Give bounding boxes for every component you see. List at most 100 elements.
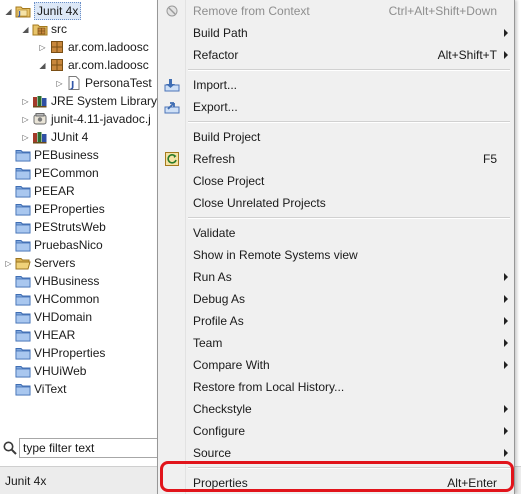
menu-item-build-path[interactable]: Build Path (158, 22, 514, 44)
menu-item-refactor[interactable]: Refactor Alt+Shift+T (158, 44, 514, 66)
menu-item-validate[interactable]: Validate (158, 222, 514, 244)
tree-item[interactable]: ◢ ar.com.ladoosc (0, 56, 160, 74)
tree-item-label: VHDomain (34, 310, 93, 324)
folder-icon (15, 291, 31, 307)
menu-item-label: Configure (193, 424, 246, 438)
menu-item-shortcut: Alt+Shift+T (437, 48, 497, 62)
menu-item-shortcut: Alt+Enter (447, 476, 497, 490)
menu-item-label: Properties (193, 476, 248, 490)
submenu-arrow-icon (504, 295, 508, 303)
menu-item-show-in-remote-systems-view[interactable]: Show in Remote Systems view (158, 244, 514, 266)
tree-item[interactable]: VHDomain (0, 308, 160, 326)
menu-icon-slot (158, 332, 186, 354)
tree-item[interactable]: ▷ junit-4.11-javadoc.j (0, 110, 160, 128)
tree-item[interactable]: ▷ Servers (0, 254, 160, 272)
menu-item-close-unrelated-projects[interactable]: Close Unrelated Projects (158, 192, 514, 214)
tree-item[interactable]: PEEAR (0, 182, 160, 200)
collapse-arrow-icon[interactable]: ◢ (4, 2, 13, 20)
filter-bar (0, 436, 160, 460)
tree-item[interactable]: VHCommon (0, 290, 160, 308)
tree-item[interactable]: ▷ ar.com.ladoosc (0, 38, 160, 56)
package-icon (49, 57, 65, 73)
tree-item[interactable]: VHUiWeb (0, 362, 160, 380)
search-icon (2, 440, 18, 456)
menu-item-configure[interactable]: Configure (158, 420, 514, 442)
tree-item[interactable]: VHEAR (0, 326, 160, 344)
tree-item[interactable]: ▷ J PersonaTest (0, 74, 160, 92)
tree-item[interactable]: ▷ JRE System Library (0, 92, 160, 110)
tree-item[interactable]: VHProperties (0, 344, 160, 362)
collapse-arrow-icon[interactable]: ◢ (21, 20, 30, 38)
expand-arrow-icon[interactable]: ▷ (55, 74, 64, 92)
project-icon: J (15, 3, 31, 19)
menu-item-restore-from-local-history[interactable]: Restore from Local History... (158, 376, 514, 398)
tree-item[interactable]: PruebasNico (0, 236, 160, 254)
tree-item-label: VHUiWeb (34, 364, 87, 378)
menu-item-label: Validate (193, 226, 236, 240)
tree-item[interactable]: ViText (0, 380, 160, 398)
menu-item-properties[interactable]: Properties Alt+Enter (158, 472, 514, 494)
tree-item[interactable]: ◢ src (0, 20, 160, 38)
tree-item[interactable]: PECommon (0, 164, 160, 182)
menu-item-label: Source (193, 446, 232, 460)
menu-separator (188, 217, 510, 219)
folder-icon (15, 237, 31, 253)
folder-icon (15, 273, 31, 289)
expand-arrow-icon[interactable]: ▷ (21, 110, 30, 128)
menu-icon-slot (158, 310, 186, 332)
menu-icon-slot (158, 192, 186, 214)
menu-item-debug-as[interactable]: Debug As (158, 288, 514, 310)
package-folder-icon (32, 21, 48, 37)
menu-item-close-project[interactable]: Close Project (158, 170, 514, 192)
menu-item-build-project[interactable]: Build Project (158, 126, 514, 148)
menu-item-label: Checkstyle (193, 402, 252, 416)
java-file-icon: J (66, 75, 82, 91)
jar-icon (32, 111, 48, 127)
tree-item[interactable]: PEStrutsWeb (0, 218, 160, 236)
tree-item[interactable]: ◢ J Junit 4x (0, 2, 160, 20)
menu-item-label: Refactor (193, 48, 239, 62)
submenu-arrow-icon (504, 339, 508, 347)
tree-item-label: PEProperties (34, 202, 105, 216)
menu-item-team[interactable]: Team (158, 332, 514, 354)
tree-item[interactable]: VHBusiness (0, 272, 160, 290)
tree-item-label: Servers (34, 256, 76, 270)
menu-item-label: Import... (193, 78, 238, 92)
expand-arrow-icon[interactable]: ▷ (21, 128, 30, 146)
menu-icon-slot (158, 126, 186, 148)
menu-icon-slot (158, 266, 186, 288)
expand-arrow-icon[interactable]: ▷ (38, 38, 47, 56)
tree-item-label: junit-4.11-javadoc.j (51, 112, 151, 126)
menu-item-compare-with[interactable]: Compare With (158, 354, 514, 376)
menu-item-shortcut: F5 (482, 152, 497, 166)
submenu-arrow-icon (504, 427, 508, 435)
menu-item-export[interactable]: Export... (158, 96, 514, 118)
tree-item[interactable]: ▷ JUnit 4 (0, 128, 160, 146)
menu-item-profile-as[interactable]: Profile As (158, 310, 514, 332)
collapse-arrow-icon[interactable]: ◢ (38, 56, 47, 74)
menu-item-source[interactable]: Source (158, 442, 514, 464)
menu-icon-slot (158, 222, 186, 244)
menu-item-refresh[interactable]: Refresh F5 (158, 148, 514, 170)
tree-item-label: ar.com.ladoosc (68, 40, 149, 54)
filter-input[interactable] (19, 438, 159, 458)
menu-item-run-as[interactable]: Run As (158, 266, 514, 288)
menu-item-checkstyle[interactable]: Checkstyle (158, 398, 514, 420)
menu-item-label: Close Unrelated Projects (193, 196, 326, 210)
remove-context-icon (158, 0, 186, 22)
tree-item[interactable]: PEBusiness (0, 146, 160, 164)
menu-item-import[interactable]: Import... (158, 74, 514, 96)
menu-icon-slot (158, 398, 186, 420)
tree-item[interactable]: PEProperties (0, 200, 160, 218)
tree-item-label: PruebasNico (34, 238, 103, 252)
menu-separator (188, 69, 510, 71)
expand-arrow-icon[interactable]: ▷ (21, 92, 30, 110)
expand-arrow-icon[interactable]: ▷ (4, 254, 13, 272)
refresh-icon (158, 148, 186, 170)
